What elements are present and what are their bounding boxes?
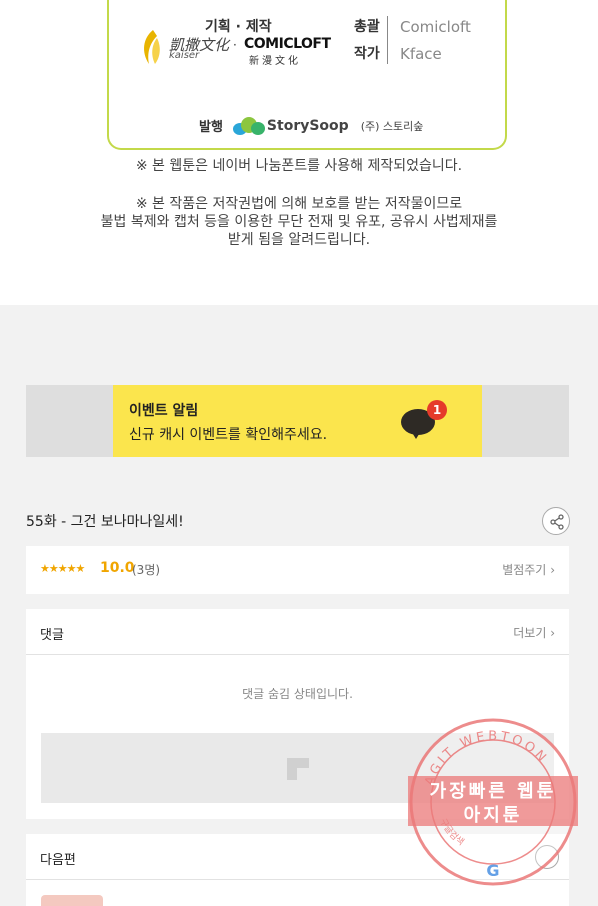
separator-dot: · [233, 38, 237, 52]
watermark-line2: 아지툰 [463, 805, 523, 826]
credits-section: 凱撒文化 kaiser 기획 · 제작 · COMICLOFT 新漫文化 총괄 … [0, 0, 598, 305]
share-button[interactable] [542, 507, 570, 535]
next-episode-title: 다음편 [40, 853, 76, 868]
storysoop-logo: StorySoop [232, 116, 349, 135]
event-title: 이벤트 알림 [129, 403, 199, 419]
comments-hidden-message: 댓글 숨김 상태입니다. [242, 687, 353, 701]
role-label: 작가 [354, 46, 380, 62]
partner-logo-sub: 新漫文化 [249, 56, 301, 67]
copyright-notice-line: ※ 본 작품은 저작권법에 의해 보호를 받는 저작물이므로 [135, 196, 463, 212]
publisher-row: 발행 StorySoop (주) 스토리숲 [199, 116, 423, 135]
copyright-notice-line: 받게 됨을 알려드립니다. [227, 232, 371, 248]
rating-score: 10.0 [100, 560, 135, 576]
rate-button[interactable]: 별점주기 › [502, 561, 555, 578]
more-link-label: 더보기 [513, 626, 547, 640]
rate-button-label: 별점주기 [502, 563, 547, 577]
event-banner-inner[interactable]: 이벤트 알림 신규 캐시 이벤트를 확인해주세요. 1 [113, 385, 482, 457]
next-episode-thumbnail[interactable] [41, 895, 103, 906]
credit-name: Kface [400, 45, 442, 63]
planning-label: 기획 · 제작 [205, 19, 272, 35]
cloud-icon [232, 116, 265, 135]
chevron-circle-icon[interactable] [535, 845, 559, 869]
watermark-line1: 가장빠른 웹툰 [429, 781, 557, 802]
star-rating-icon: ★★★★★ [40, 562, 85, 575]
next-episode-header[interactable]: 다음편 [26, 834, 569, 880]
credits-card: 凱撒文化 kaiser 기획 · 제작 · COMICLOFT 新漫文化 총괄 … [107, 0, 507, 150]
role-label: 총괄 [354, 19, 380, 35]
chevron-right-icon: › [550, 563, 555, 577]
rating-panel: ★★★★★ 10.0 (3명) 별점주기 › [26, 546, 569, 594]
publisher-logo-text: StorySoop [266, 117, 349, 134]
episode-title: 55화 - 그건 보나마나일세! [26, 514, 184, 530]
divider [387, 16, 388, 64]
studio-name-latin: kaiser [169, 50, 200, 61]
rating-count: (3명) [132, 563, 161, 577]
chevron-right-icon: › [550, 626, 555, 640]
name-column: Comicloft Kface [400, 17, 471, 71]
publisher-label: 발행 [199, 120, 223, 135]
event-description: 신규 캐시 이벤트를 확인해주세요. [129, 427, 328, 443]
ad-placeholder-icon [287, 758, 309, 780]
kaiser-logo-icon [144, 30, 160, 64]
share-icon [550, 514, 564, 530]
role-column: 총괄 작가 [354, 17, 390, 71]
comments-header: 댓글 더보기 › [26, 609, 569, 655]
next-episode-panel: 다음편 [26, 834, 569, 906]
partner-logo: COMICLOFT [244, 36, 331, 52]
publisher-name: (주) 스토리숲 [360, 119, 424, 133]
copyright-notice-line: 불법 복제와 캡처 등을 이용한 무단 전재 및 유포, 공유시 사법제재를 [100, 214, 498, 230]
notification-badge: 1 [427, 400, 447, 420]
font-notice: ※ 본 웹툰은 네이버 나눔폰트를 사용해 제작되었습니다. [135, 158, 463, 174]
credit-name: Comicloft [400, 18, 471, 36]
more-comments-link[interactable]: 더보기 › [513, 624, 555, 641]
event-banner[interactable]: 이벤트 알림 신규 캐시 이벤트를 확인해주세요. 1 [26, 385, 569, 457]
comments-title: 댓글 [40, 628, 64, 643]
